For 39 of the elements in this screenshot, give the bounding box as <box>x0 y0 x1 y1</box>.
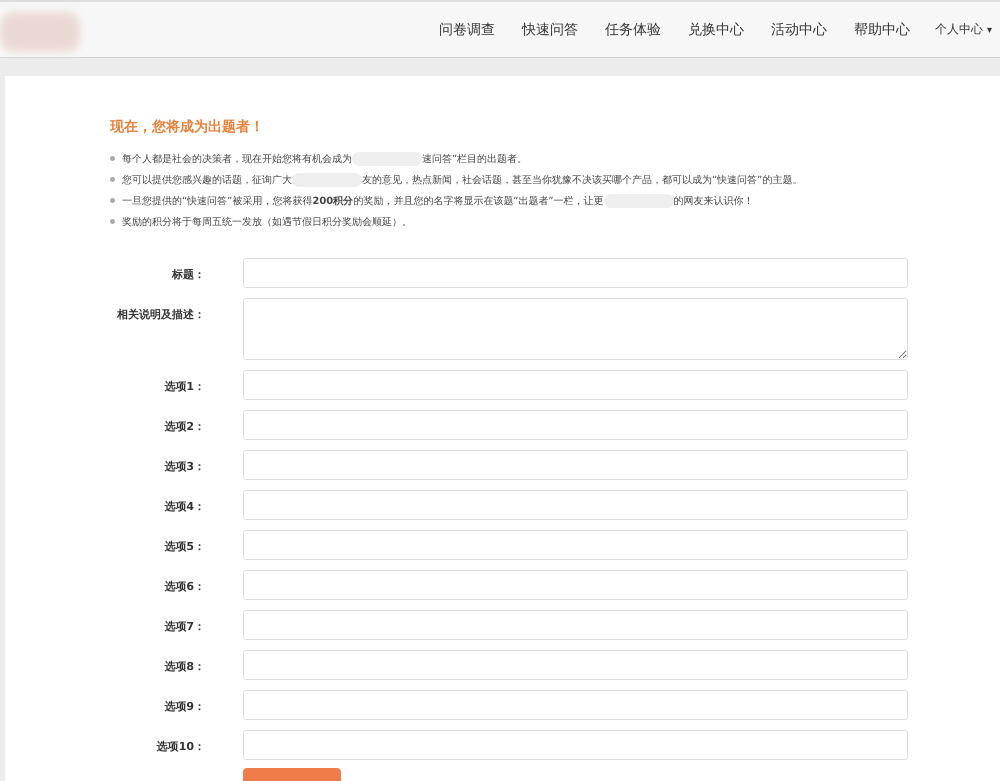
textarea-field[interactable] <box>243 298 908 360</box>
input-field[interactable] <box>243 570 908 600</box>
input-field[interactable] <box>243 730 908 760</box>
input-field[interactable] <box>243 258 908 288</box>
field-label: 选项4： <box>163 499 205 514</box>
note-text: 友的意见，热点新闻，社会话题，甚至当你犹豫不决该买哪个产品，都可以成为“快速问答”的主题。 <box>362 174 802 186</box>
input-field[interactable] <box>243 530 908 560</box>
nav-link[interactable]: 问卷调查 <box>439 20 496 38</box>
nav-link[interactable]: 活动中心 <box>771 20 828 38</box>
nav-link[interactable]: 兑换中心 <box>688 20 744 38</box>
field-label: 标题： <box>170 267 205 282</box>
field-label: 选项3： <box>163 459 205 474</box>
input-field[interactable] <box>243 650 908 680</box>
field-label: 选项2： <box>163 419 205 434</box>
field-label: 选项9： <box>163 699 205 714</box>
nav-link[interactable]: 帮助中心 <box>854 20 910 38</box>
field-label: 相关说明及描述： <box>116 307 205 322</box>
field-label: 选项10： <box>156 739 205 754</box>
input-field[interactable] <box>243 490 908 520</box>
input-field[interactable] <box>243 690 908 720</box>
field-label: 选项1： <box>163 379 205 394</box>
nav-link[interactable]: 任务体验 <box>605 20 662 38</box>
user-menu[interactable]: 个人中心 ▾ <box>935 21 992 38</box>
field-label: 选项5： <box>163 539 205 554</box>
note-text: 奖励的积分将于每周五统一发放（如遇节假日积分奖励会顺延）。 <box>122 216 412 228</box>
note-text: 的网友来认识你！ <box>674 194 754 208</box>
input-field[interactable] <box>243 450 908 480</box>
field-label: 选项7： <box>163 619 205 634</box>
nav-link[interactable]: 快速问答 <box>522 20 578 38</box>
note-text: 一旦您提供的“快速问答”被采用，您将获得200积分的奖励，并且您的名字将显示在该题“出题者”一栏，让更 <box>122 194 604 208</box>
input-field[interactable] <box>243 370 908 400</box>
field-label: 选项6： <box>163 579 205 594</box>
input-field[interactable] <box>243 610 908 640</box>
field-label: 选项8： <box>163 659 205 674</box>
page-heading: 现在，您将成为出题者！ <box>110 118 265 136</box>
note-text: 速问答”栏目的出题者。 <box>422 152 528 166</box>
note-text: 您可以提供您感兴趣的话题，征询广大 <box>122 174 292 186</box>
input-field[interactable] <box>243 410 908 440</box>
note-text: 每个人都是社会的决策者，现在开始您将有机会成为 <box>122 152 352 166</box>
